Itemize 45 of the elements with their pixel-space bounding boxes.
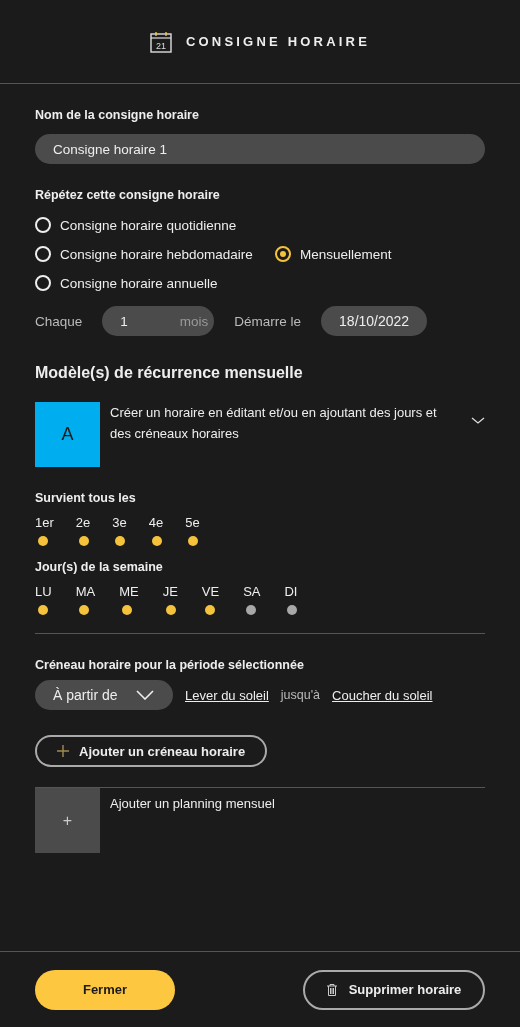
section-label: Jour(s) de la semaine [35,560,164,574]
occurrence-toggle[interactable]: 5e [185,515,200,546]
trash-icon [326,983,337,996]
section-title: Modèle(s) de récurrence mensuelle [35,364,304,382]
occurrence-toggle[interactable]: 2e [75,515,91,546]
add-schedule-tile[interactable]: + [35,788,100,853]
field-label: Démarre le [234,313,302,329]
date-field[interactable]: 18/10/2022 [321,306,428,336]
mode-dropdown[interactable]: À partir de [35,680,173,710]
field-label: Chaque [35,313,83,329]
weekday-toggle[interactable]: ME [119,584,139,615]
interval-field[interactable]: 1 mois [102,306,215,336]
window-title: CONSIGNE HORAIRE [185,34,371,49]
delete-button[interactable]: Supprimer horaire [303,969,485,1010]
occurrence-toggle[interactable]: 1er [35,515,54,546]
section-label: Créneau horaire pour la période sélectionnée [35,658,305,672]
to-link[interactable]: Coucher du soleil [332,687,433,703]
plus-icon [57,745,69,757]
weekday-toggle[interactable]: SA [243,584,261,615]
chevron-down-icon [135,690,154,700]
name-field[interactable]: Consigne horaire 1 [35,134,485,164]
pattern-tile[interactable]: A [35,402,100,467]
pattern-description: Créer un horaire en éditant et/ou en ajoutant des jours et des créneaux horaires [110,404,438,443]
weekday-toggle[interactable]: JE [162,584,178,615]
field-label: Nom de la consigne horaire [35,108,200,122]
radio-option[interactable]: Consigne horaire annuelle [35,272,218,294]
weekday-toggle[interactable]: MA [75,584,96,615]
weekday-toggle[interactable]: LU [35,584,52,615]
from-link[interactable]: Lever du soleil [185,687,269,703]
section-label: Répétez cette consigne horaire [35,188,221,202]
close-button[interactable]: Fermer [35,969,175,1010]
add-schedule-label: Ajouter un planning mensuel [110,796,275,813]
chevron-down-icon[interactable] [471,417,485,425]
add-slot-button[interactable]: Ajouter un créneau horaire [35,735,268,767]
section-label: Survient tous les [35,491,137,505]
calendar-icon: 21 [149,30,172,53]
occurrence-toggle[interactable]: 4e [148,515,164,546]
radio-option[interactable]: Consigne horaire quotidienne [35,214,237,236]
radio-button[interactable] [274,246,291,262]
occurrence-toggle[interactable]: 3e [112,515,127,546]
radio-option[interactable]: Mensuellement [274,243,392,265]
separator-text: jusqu'à [280,688,321,702]
weekday-toggle[interactable]: DI [284,584,298,615]
radio-option[interactable]: Consigne horaire hebdomadaire [35,243,253,265]
weekday-toggle[interactable]: VE [201,584,220,615]
